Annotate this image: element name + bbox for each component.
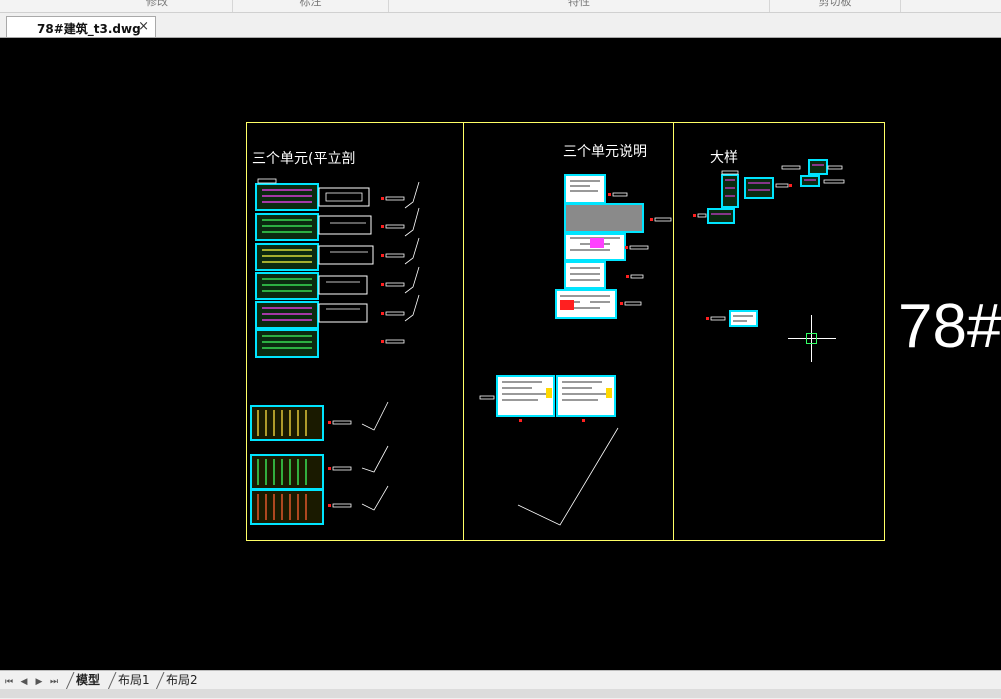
prev-tab-icon[interactable]: ◀ bbox=[18, 677, 30, 687]
detail-sheet-2 bbox=[744, 177, 774, 199]
status-strip bbox=[0, 689, 1001, 698]
tab-slant-icon bbox=[66, 672, 75, 690]
outline-plan-5 bbox=[318, 303, 368, 323]
plan-sheet-5 bbox=[255, 301, 319, 329]
notes-sheet-4 bbox=[564, 261, 606, 289]
drawing-viewport[interactable]: 三个单元(平立剖 三个单元说明 大样 78# bbox=[0, 38, 1001, 670]
plan-sheet-2 bbox=[255, 213, 319, 241]
tab-layout2-label: 布局2 bbox=[166, 673, 198, 687]
elevation-sheets-group bbox=[250, 405, 324, 525]
last-tab-icon[interactable]: ⏭ bbox=[48, 677, 60, 687]
panel-title-details: 大样 bbox=[710, 150, 738, 166]
tab-layout2[interactable]: 布局2 bbox=[156, 672, 204, 690]
tab-layout1-label: 布局1 bbox=[118, 673, 150, 687]
crosshair-cursor bbox=[788, 315, 836, 362]
building-number-label: 78# bbox=[898, 292, 1001, 361]
outline-plan-4 bbox=[318, 275, 368, 295]
notes-sheet-2 bbox=[564, 203, 644, 233]
elevation-sheet-3 bbox=[250, 489, 324, 525]
detail-sheet-6 bbox=[729, 310, 758, 327]
plan-sheet-4 bbox=[255, 272, 319, 300]
close-icon[interactable]: × bbox=[138, 19, 149, 34]
plan-sheet-1 bbox=[255, 183, 319, 211]
tab-model-label: 模型 bbox=[76, 673, 101, 687]
outline-plans-group bbox=[318, 187, 374, 323]
detail-sheets-group bbox=[693, 159, 845, 327]
document-tab-bar: 78#建筑_t3.dwg × bbox=[0, 13, 1001, 38]
ribbon-group-modify[interactable]: 修改 bbox=[82, 0, 233, 12]
outline-plan-1 bbox=[318, 187, 370, 207]
elevation-sheet-1 bbox=[250, 405, 324, 441]
detail-sheet-4 bbox=[800, 175, 820, 187]
drawing-canvas: 三个单元(平立剖 三个单元说明 大样 78# bbox=[246, 122, 1001, 541]
ribbon-group-bar: 修改 标注 特性 剪切板 bbox=[0, 0, 1001, 13]
ribbon-group-properties[interactable]: 特性 bbox=[389, 0, 770, 12]
elevation-sheet-2 bbox=[250, 454, 324, 490]
first-tab-icon[interactable]: ⏮ bbox=[3, 677, 15, 687]
plan-sheet-tag bbox=[257, 178, 277, 184]
document-tab[interactable]: 78#建筑_t3.dwg × bbox=[6, 16, 156, 37]
tab-slant-icon bbox=[156, 672, 165, 690]
outline-plan-2 bbox=[318, 215, 372, 235]
tab-layout1[interactable]: 布局1 bbox=[108, 672, 156, 690]
notes-sheets-group bbox=[496, 174, 644, 417]
panel-title-notes: 三个单元说明 bbox=[563, 144, 647, 160]
plan-sheets-group bbox=[255, 178, 319, 358]
panel-title-plans: 三个单元(平立剖 bbox=[252, 151, 355, 167]
outline-plan-3 bbox=[318, 245, 374, 265]
detail-sheet-5 bbox=[707, 208, 735, 224]
leader-markers-left bbox=[328, 181, 420, 511]
detail-sheet-3 bbox=[808, 159, 828, 175]
tab-slant-icon bbox=[108, 672, 117, 690]
next-tab-icon[interactable]: ▶ bbox=[33, 677, 45, 687]
plan-sheet-6 bbox=[255, 329, 319, 358]
ribbon-group-annotate[interactable]: 标注 bbox=[233, 0, 389, 12]
notes-sheet-1 bbox=[564, 174, 606, 204]
plan-sheet-3 bbox=[255, 243, 319, 271]
document-tab-title: 78#建筑_t3.dwg bbox=[37, 22, 141, 36]
ribbon-group-clipboard[interactable]: 剪切板 bbox=[770, 0, 901, 12]
